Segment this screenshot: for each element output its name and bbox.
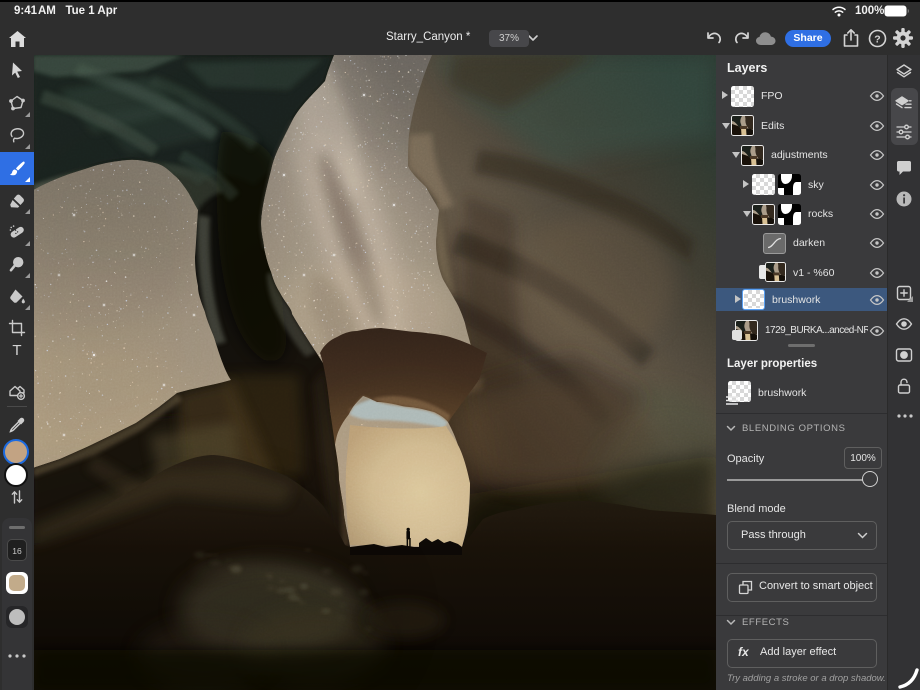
svg-text:?: ? (874, 33, 880, 45)
